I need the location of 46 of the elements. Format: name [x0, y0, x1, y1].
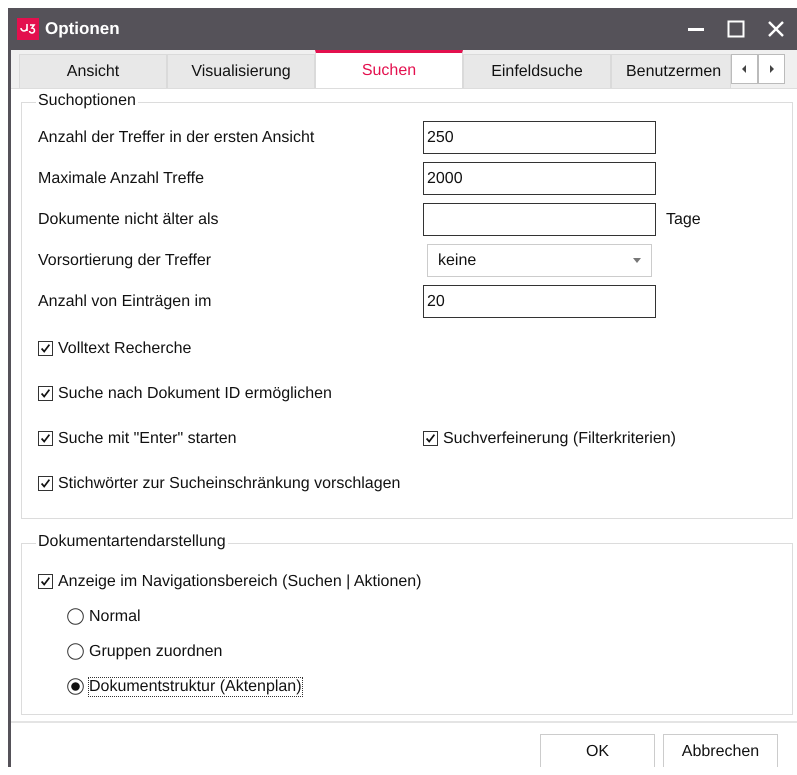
- group-title: Suchoptionen: [36, 92, 138, 110]
- radio-button[interactable]: [67, 643, 84, 660]
- input-field[interactable]: 250: [423, 121, 656, 154]
- dropdown-value: keine: [438, 252, 476, 270]
- radio-label: Normal: [89, 608, 141, 626]
- field-label: Vorsortierung der Treffer: [38, 252, 212, 270]
- field-label: Dokumente nicht älter als: [38, 210, 220, 228]
- field-label: Anzahl der Treffer in der ersten Ansicht: [38, 128, 316, 146]
- tab[interactable]: Suchen: [315, 50, 463, 88]
- input-field[interactable]: 20: [423, 285, 656, 318]
- checkbox[interactable]: [38, 476, 53, 491]
- unit-label: Tage: [666, 210, 702, 228]
- tab[interactable]: Benutzermen: [611, 54, 731, 88]
- field-label: Anzahl von Einträgen im: [38, 292, 212, 310]
- maximize-icon[interactable]: [727, 20, 745, 38]
- tab[interactable]: Visualisierung: [167, 54, 315, 88]
- field-label: Maximale Anzahl Treffe: [38, 170, 206, 188]
- dropdown[interactable]: keine: [427, 244, 652, 277]
- dialog-button[interactable]: OK: [540, 734, 655, 767]
- checkbox[interactable]: [423, 431, 438, 446]
- checkbox[interactable]: [38, 341, 53, 356]
- checkbox-label: Anzeige im Navigationsbereich (Suchen | Aktionen): [58, 572, 422, 590]
- radio-button[interactable]: [67, 678, 84, 695]
- checkbox-label: Suche mit "Enter" starten: [58, 430, 237, 448]
- dropdown-arrow-icon: [633, 258, 641, 263]
- tab[interactable]: Einfeldsuche: [463, 54, 611, 88]
- input-field[interactable]: [423, 203, 656, 236]
- checkbox-label: Suche nach Dokument ID ermöglichen: [58, 384, 332, 402]
- group-title: Dokumentartendarstellung: [36, 533, 228, 551]
- scroll-left-icon[interactable]: [731, 54, 758, 84]
- close-icon[interactable]: [767, 20, 785, 38]
- app-logo-icon: [17, 18, 39, 40]
- input-field[interactable]: 2000: [423, 162, 656, 195]
- radio-label: Dokumentstruktur (Aktenplan): [89, 678, 302, 696]
- checkbox[interactable]: [38, 574, 53, 589]
- tab[interactable]: Ansicht: [19, 54, 167, 88]
- scroll-right-icon[interactable]: [758, 54, 785, 84]
- checkbox-label: Volltext Recherche: [58, 340, 192, 358]
- checkbox[interactable]: [38, 431, 53, 446]
- checkbox-label: Stichwörter zur Sucheinschränkung vorschlagen: [58, 474, 400, 492]
- radio-button[interactable]: [67, 608, 84, 625]
- checkbox[interactable]: [38, 386, 53, 401]
- checkbox-label: Suchverfeinerung (Filterkriterien): [443, 430, 676, 448]
- window-title: Optionen: [45, 19, 121, 39]
- radio-label: Gruppen zuordnen: [89, 642, 222, 660]
- dialog-button[interactable]: Abbrechen: [663, 734, 778, 767]
